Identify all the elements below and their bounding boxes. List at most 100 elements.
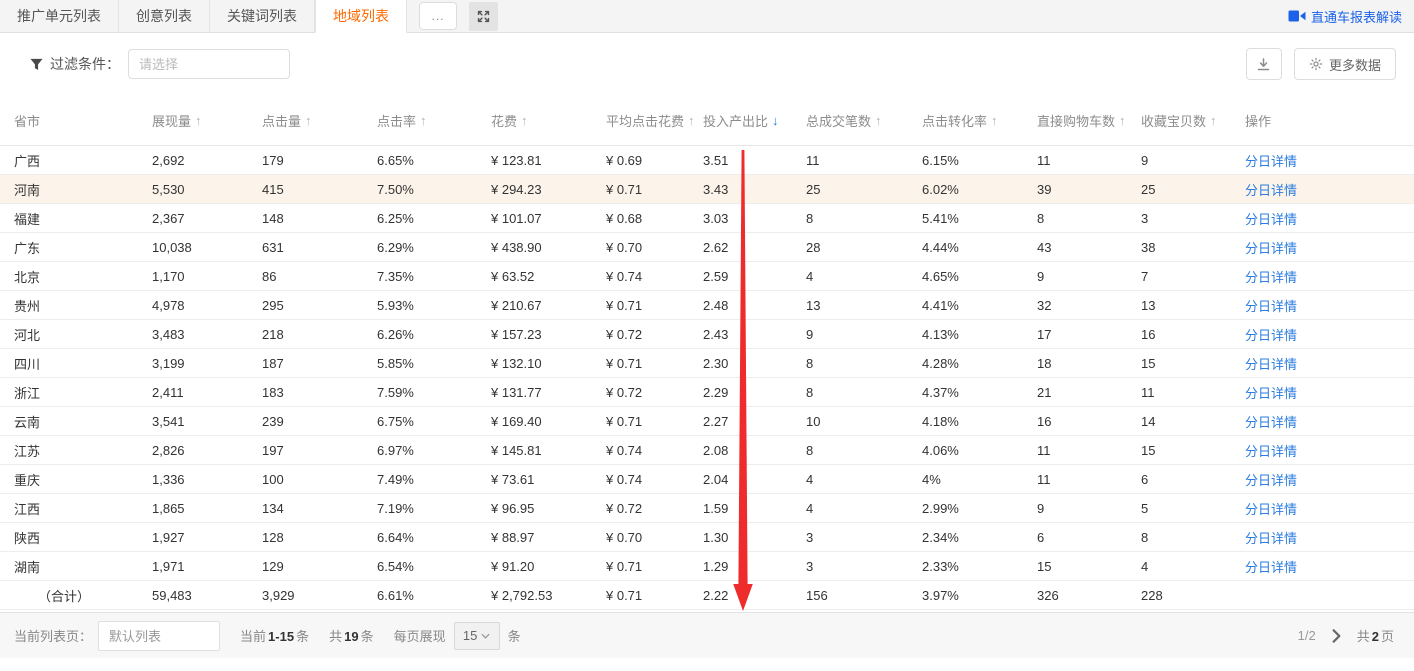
tab-regions[interactable]: 地域列表: [315, 0, 407, 33]
province-cell: 云南: [0, 412, 152, 431]
operation-cell: 分日详情: [1245, 151, 1414, 170]
data-cell: ¥ 0.68: [606, 211, 703, 226]
daily-detail-link[interactable]: 分日详情: [1245, 357, 1297, 372]
filter-select-input[interactable]: [128, 49, 290, 79]
more-tabs-button[interactable]: ...: [419, 2, 457, 30]
data-cell: 2.99%: [922, 501, 1037, 516]
per-page-label: 每页展现: [394, 626, 446, 645]
sort-up-icon[interactable]: ↑: [420, 113, 427, 128]
column-header-9[interactable]: 点击转化率↑: [922, 111, 1037, 130]
daily-detail-link[interactable]: 分日详情: [1245, 473, 1297, 488]
data-cell: ¥ 0.71: [606, 414, 703, 429]
tab-creatives[interactable]: 创意列表: [119, 0, 210, 32]
current-range-prefix: 当前: [240, 629, 266, 644]
data-cell: 4,978: [152, 298, 262, 313]
data-cell: ¥ 0.74: [606, 443, 703, 458]
data-cell: 11: [806, 153, 922, 168]
report-guide-link[interactable]: 直通车报表解读: [1288, 0, 1414, 32]
column-header-7[interactable]: 投入产出比↓: [703, 111, 806, 130]
tab-promotion-units[interactable]: 推广单元列表: [0, 0, 119, 32]
data-cell: 8: [806, 443, 922, 458]
data-cell: ¥ 0.70: [606, 240, 703, 255]
column-header-3[interactable]: 点击量↑: [262, 111, 377, 130]
province-cell: 重庆: [0, 470, 152, 489]
daily-detail-link[interactable]: 分日详情: [1245, 531, 1297, 546]
data-cell: 2.22: [703, 588, 806, 603]
daily-detail-link[interactable]: 分日详情: [1245, 415, 1297, 430]
daily-detail-link[interactable]: 分日详情: [1245, 328, 1297, 343]
download-button[interactable]: [1246, 48, 1282, 80]
province-cell: 湖南: [0, 557, 152, 576]
per-page-select[interactable]: 15: [454, 622, 500, 650]
column-header-1: 省市: [0, 111, 152, 130]
data-cell: ¥ 0.71: [606, 182, 703, 197]
daily-detail-link[interactable]: 分日详情: [1245, 386, 1297, 401]
operation-cell: 分日详情: [1245, 557, 1414, 576]
data-cell: ¥ 131.77: [491, 385, 606, 400]
data-cell: 9: [1037, 269, 1141, 284]
province-cell: 河南: [0, 180, 152, 199]
sort-up-icon[interactable]: ↑: [991, 113, 998, 128]
data-cell: ¥ 0.74: [606, 269, 703, 284]
province-cell: 北京: [0, 267, 152, 286]
sort-up-icon[interactable]: ↑: [195, 113, 202, 128]
sort-up-icon[interactable]: ↑: [1119, 113, 1126, 128]
daily-detail-link[interactable]: 分日详情: [1245, 502, 1297, 517]
daily-detail-link[interactable]: 分日详情: [1245, 444, 1297, 459]
column-header-5[interactable]: 花费↑: [491, 111, 606, 130]
sort-up-icon[interactable]: ↑: [688, 113, 695, 128]
data-cell: 6.02%: [922, 182, 1037, 197]
data-cell: 6.15%: [922, 153, 1037, 168]
column-header-6[interactable]: 平均点击花费↑: [606, 111, 703, 130]
table-row: 江苏2,8261976.97%¥ 145.81¥ 0.742.0884.06%1…: [0, 436, 1414, 465]
tab-keywords[interactable]: 关键词列表: [210, 0, 315, 32]
data-cell: 2.04: [703, 472, 806, 487]
column-header-2[interactable]: 展现量↑: [152, 111, 262, 130]
daily-detail-link[interactable]: 分日详情: [1245, 241, 1297, 256]
sort-up-icon[interactable]: ↑: [875, 113, 882, 128]
data-cell: 21: [1037, 385, 1141, 400]
operation-cell: 分日详情: [1245, 209, 1414, 228]
column-header-10[interactable]: 直接购物车数↑: [1037, 111, 1141, 130]
more-data-button[interactable]: 更多数据: [1294, 48, 1396, 80]
tab-bar: 推广单元列表 创意列表 关键词列表 地域列表 ... 直通车报表解读: [0, 0, 1414, 33]
data-cell: 18: [1037, 356, 1141, 371]
daily-detail-link[interactable]: 分日详情: [1245, 299, 1297, 314]
data-cell: 3: [806, 530, 922, 545]
data-cell: 4%: [922, 472, 1037, 487]
data-cell: 2,367: [152, 211, 262, 226]
daily-detail-link[interactable]: 分日详情: [1245, 212, 1297, 227]
data-cell: 179: [262, 153, 377, 168]
data-cell: 6.97%: [377, 443, 491, 458]
sort-down-icon[interactable]: ↓: [772, 113, 779, 128]
operation-cell: 分日详情: [1245, 354, 1414, 373]
fullscreen-button[interactable]: [469, 2, 498, 31]
column-label: 操作: [1245, 111, 1271, 130]
data-cell: 8: [806, 385, 922, 400]
data-cell: 13: [1141, 298, 1245, 313]
column-header-4[interactable]: 点击率↑: [377, 111, 491, 130]
daily-detail-link[interactable]: 分日详情: [1245, 154, 1297, 169]
table-row: （合计）59,4833,9296.61%¥ 2,792.53¥ 0.712.22…: [0, 581, 1414, 610]
next-page-button[interactable]: [1332, 629, 1341, 643]
sort-up-icon[interactable]: ↑: [521, 113, 528, 128]
daily-detail-link[interactable]: 分日详情: [1245, 560, 1297, 575]
daily-detail-link[interactable]: 分日详情: [1245, 183, 1297, 198]
data-cell: 5.93%: [377, 298, 491, 313]
data-cell: 7.35%: [377, 269, 491, 284]
data-cell: ¥ 63.52: [491, 269, 606, 284]
sort-up-icon[interactable]: ↑: [1210, 113, 1217, 128]
data-cell: 59,483: [152, 588, 262, 603]
province-cell: 河北: [0, 325, 152, 344]
data-cell: ¥ 91.20: [491, 559, 606, 574]
province-cell: 贵州: [0, 296, 152, 315]
filter-bar: 过滤条件： 更多数据: [0, 33, 1414, 95]
list-page-input[interactable]: [98, 621, 220, 651]
sort-up-icon[interactable]: ↑: [305, 113, 312, 128]
column-header-8[interactable]: 总成交笔数↑: [806, 111, 922, 130]
table-row: 浙江2,4111837.59%¥ 131.77¥ 0.722.2984.37%2…: [0, 378, 1414, 407]
column-header-11[interactable]: 收藏宝贝数↑: [1141, 111, 1245, 130]
data-cell: 9: [1037, 501, 1141, 516]
data-cell: 3.03: [703, 211, 806, 226]
daily-detail-link[interactable]: 分日详情: [1245, 270, 1297, 285]
